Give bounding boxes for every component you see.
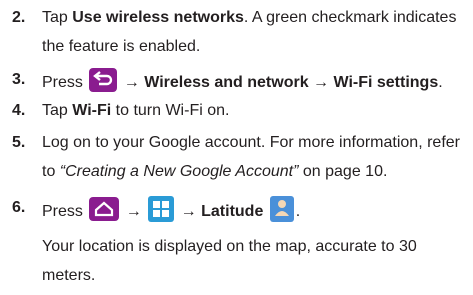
instruction-page: 2. Tap Use wireless networks. A green ch…	[0, 0, 473, 295]
step-text-line: the feature is enabled.	[42, 38, 201, 55]
step-number: 2.	[12, 9, 26, 26]
step-bold-text: → Latitude	[176, 203, 268, 221]
step-bold-text: →	[121, 203, 147, 221]
step-number: 5.	[12, 134, 26, 151]
step-number: 3.	[12, 71, 26, 88]
step-text: Press	[42, 74, 88, 92]
apps-icon	[148, 196, 175, 222]
step-note-line: Your location is displayed on the map, a…	[42, 238, 417, 255]
step-text: Press	[42, 203, 88, 221]
step-text: .	[438, 74, 443, 92]
step-text: to	[42, 163, 60, 180]
step-bold-text: Use wireless networks	[72, 9, 244, 26]
home-icon	[89, 197, 120, 221]
step-text: Tap	[42, 9, 73, 26]
back-icon	[89, 68, 118, 92]
step-text: Tap	[42, 102, 73, 119]
step-number: 6.	[12, 199, 26, 216]
step-text-line: Tap Use wireless networks. A green check…	[42, 9, 456, 27]
step-text-line: Press → Wireless and network → Wi-Fi set…	[42, 68, 443, 95]
step-note-line: meters.	[42, 267, 96, 284]
step-text-line: Tap Wi-Fi to turn Wi-Fi on.	[42, 102, 229, 120]
latitude-icon	[269, 196, 294, 222]
step-text: .	[295, 203, 301, 221]
step-bold-text: Wi-Fi	[72, 102, 112, 119]
step-text-line: to “Creating a New Google Account” on pa…	[42, 163, 387, 181]
step-text: . A green checkmark indicates	[243, 9, 457, 26]
step-text-line: Press → → Latitude .	[42, 196, 301, 225]
step-bold-text: → Wireless and network → Wi-Fi settings	[119, 74, 439, 92]
step-text: to turn Wi-Fi on.	[111, 102, 230, 119]
step-text-line: Log on to your Google account. For more …	[42, 134, 460, 151]
step-number: 4.	[12, 102, 26, 119]
step-text: on page 10.	[298, 163, 388, 180]
cross-reference-link[interactable]: “Creating a New Google Account”	[60, 163, 299, 180]
